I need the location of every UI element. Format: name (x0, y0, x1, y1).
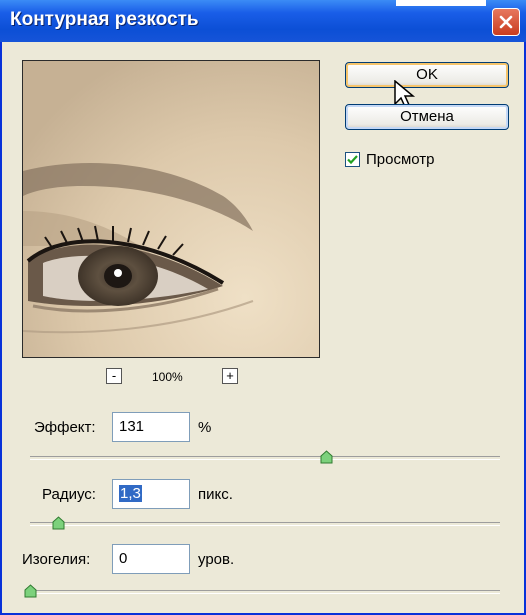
radius-slider-track[interactable] (30, 522, 500, 526)
effect-label: Эффект: (34, 419, 96, 436)
checkmark-icon (347, 155, 358, 165)
radius-unit: пикс. (198, 486, 233, 503)
zoom-level: 100% (152, 370, 183, 384)
close-button[interactable] (492, 8, 520, 36)
preview-checkbox[interactable] (345, 152, 360, 167)
dialog-title: Контурная резкость (10, 9, 199, 30)
effect-slider-track[interactable] (30, 456, 500, 460)
preview-image[interactable] (22, 60, 320, 358)
radius-input[interactable]: 1,3 (112, 479, 190, 509)
effect-unit: % (198, 419, 212, 436)
effect-value: 131 (119, 418, 145, 435)
ok-button[interactable]: OK (345, 62, 509, 88)
radius-value: 1,3 (119, 485, 142, 502)
close-icon (499, 15, 513, 29)
cancel-label: Отмена (400, 108, 454, 125)
effect-input[interactable]: 131 (112, 412, 190, 442)
threshold-label: Изогелия: (22, 551, 91, 568)
preview-checkbox-label: Просмотр (366, 151, 435, 168)
threshold-input[interactable]: 0 (112, 544, 190, 574)
background-window-edge (396, 0, 486, 6)
threshold-slider-track[interactable] (30, 590, 500, 594)
zoom-in-label: + (226, 368, 234, 383)
effect-slider-thumb[interactable] (320, 450, 333, 464)
title-bar[interactable]: Контурная резкость (0, 0, 526, 42)
zoom-in-button[interactable]: + (222, 368, 238, 384)
radius-slider-thumb[interactable] (52, 516, 65, 530)
unsharp-mask-dialog: Контурная резкость - 100% + OK Отмена Пр… (0, 0, 526, 615)
zoom-out-label: - (111, 368, 117, 383)
eye-photo (23, 61, 319, 357)
threshold-unit: уров. (198, 551, 235, 568)
ok-label: OK (416, 66, 438, 83)
threshold-value: 0 (119, 550, 128, 567)
threshold-slider-thumb[interactable] (24, 584, 37, 598)
cancel-button[interactable]: Отмена (345, 104, 509, 130)
zoom-out-button[interactable]: - (106, 368, 122, 384)
radius-label: Радиус: (42, 486, 96, 503)
